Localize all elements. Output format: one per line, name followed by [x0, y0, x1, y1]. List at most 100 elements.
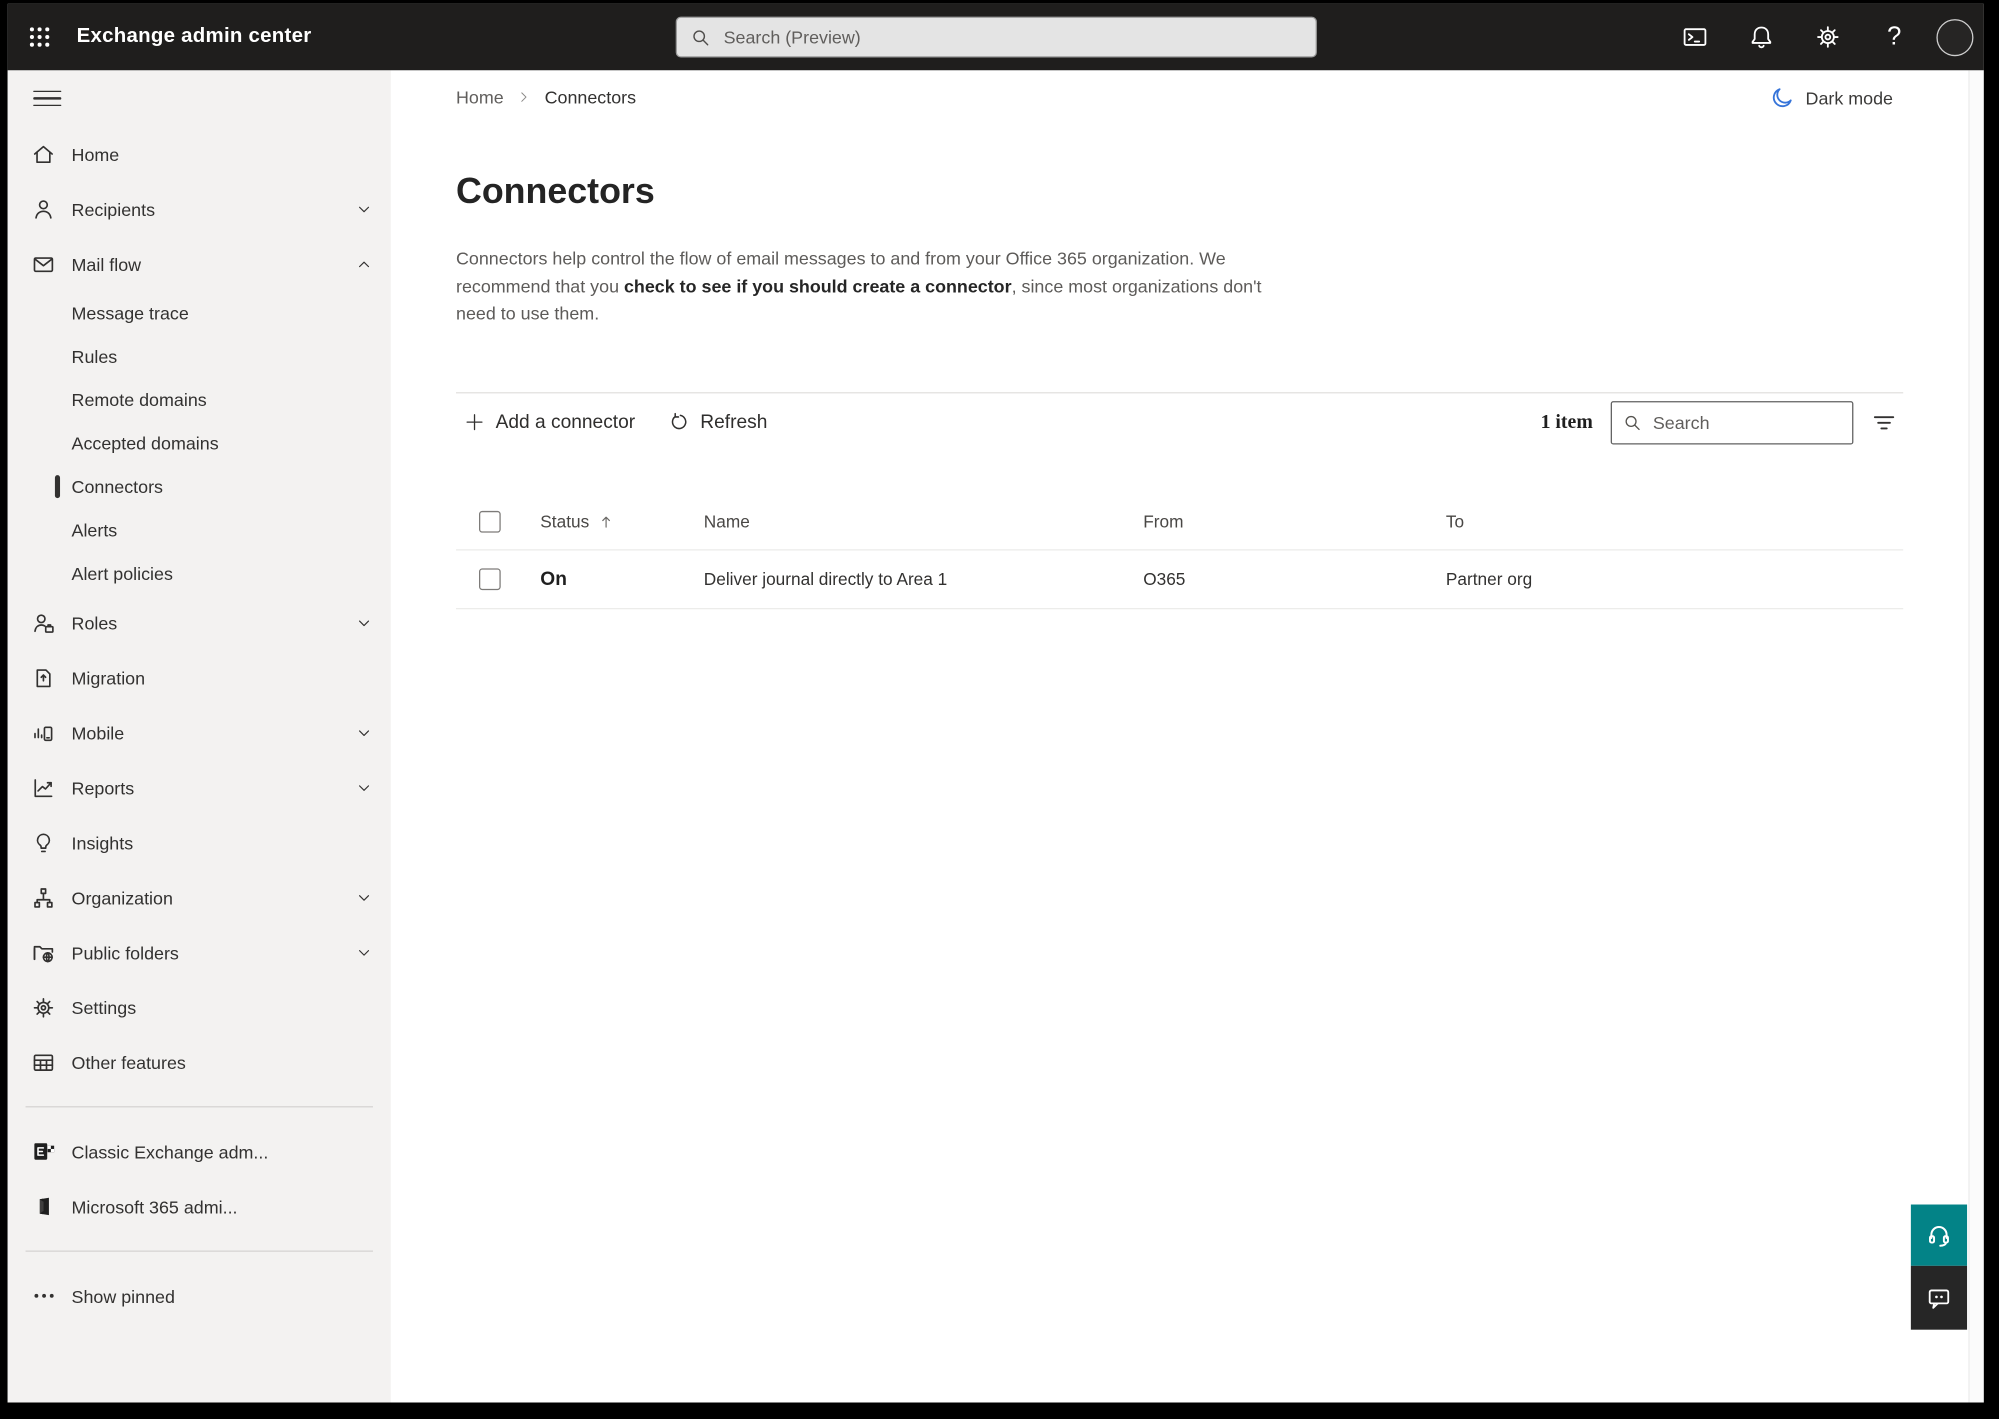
notifications-button[interactable]: [1737, 11, 1786, 62]
breadcrumb-home-link[interactable]: Home: [456, 87, 504, 107]
scrollbar-track[interactable]: [1968, 70, 1984, 1403]
app-window: Exchange admin center Search (Preview) ?…: [0, 0, 1999, 1419]
exchange-admin-center: Exchange admin center Search (Preview) ?…: [7, 3, 1984, 1403]
search-icon: [692, 29, 708, 45]
reports-icon: [31, 775, 57, 801]
content-pane: Home Connectors Dark mode Connectors Con…: [390, 70, 1984, 1403]
main-area: Home Recipients Mail flow Message trace …: [7, 70, 1984, 1403]
row-name[interactable]: Deliver journal directly to Area 1: [681, 569, 1120, 588]
sidebar-item-classic-exchange[interactable]: Classic Exchange adm...: [8, 1124, 391, 1179]
topbar-actions: ?: [1671, 4, 1974, 70]
sidebar-item-mobile[interactable]: Mobile: [8, 705, 391, 760]
sidebar-item-reports[interactable]: Reports: [8, 760, 391, 815]
sidebar: Home Recipients Mail flow Message trace …: [7, 70, 391, 1403]
column-header-to[interactable]: To: [1423, 512, 1903, 531]
global-search-input[interactable]: [723, 26, 1303, 48]
sidebar-item-accepted-domains[interactable]: Accepted domains: [8, 422, 391, 465]
dark-mode-toggle[interactable]: Dark mode: [1770, 86, 1893, 110]
feedback-button[interactable]: [1910, 1265, 1968, 1330]
sidebar-item-public-folders[interactable]: Public folders: [8, 925, 391, 980]
item-count: 1 item: [1540, 410, 1593, 433]
account-avatar[interactable]: [1936, 18, 1974, 56]
table-header-row: Status Name From To: [456, 494, 1904, 550]
help-button[interactable]: ?: [1870, 11, 1919, 62]
chevron-down-icon: [355, 943, 373, 961]
sidebar-divider: [25, 1106, 373, 1108]
list-search-box[interactable]: [1610, 400, 1854, 444]
org-chart-icon: [31, 885, 57, 911]
row-to: Partner org: [1445, 569, 1533, 589]
migration-icon: [31, 665, 57, 691]
toolbar-right: 1 item: [1540, 400, 1904, 444]
home-icon: [31, 141, 57, 167]
sidebar-item-show-pinned[interactable]: Show pinned: [8, 1268, 391, 1323]
settings-button[interactable]: [1804, 11, 1853, 62]
app-launcher-icon: [29, 27, 50, 47]
floating-buttons: [1910, 1204, 1968, 1330]
moon-icon: [1772, 88, 1792, 108]
sidebar-item-roles[interactable]: Roles: [8, 595, 391, 650]
breadcrumb: Home Connectors Dark mode: [456, 83, 1903, 111]
sidebar-item-message-trace[interactable]: Message trace: [8, 291, 391, 334]
app-title: Exchange admin center: [76, 25, 312, 48]
chevron-up-icon: [355, 255, 373, 273]
sidebar-item-mail-flow[interactable]: Mail flow: [8, 236, 391, 291]
global-search-box[interactable]: [675, 16, 1317, 58]
sidebar-collapse-row: [8, 70, 391, 126]
add-connector-button[interactable]: Add a connector: [456, 406, 643, 438]
mail-icon: [31, 251, 57, 277]
sidebar-item-organization[interactable]: Organization: [8, 870, 391, 925]
exchange-logo-icon: [31, 1139, 57, 1165]
chevron-down-icon: [355, 614, 373, 632]
roles-icon: [31, 610, 57, 636]
headset-icon: [1928, 1226, 1949, 1247]
ellipsis-icon: [31, 1283, 57, 1309]
sort-ascending-icon: [602, 515, 611, 528]
row-checkbox[interactable]: [478, 567, 501, 590]
plus-icon: [466, 414, 483, 431]
app-launcher-button[interactable]: [8, 4, 72, 70]
m365-logo-icon: [31, 1194, 57, 1220]
screen: Exchange admin center Search (Preview) ?…: [0, 0, 1999, 1419]
sidebar-item-settings[interactable]: Settings: [8, 980, 391, 1035]
hamburger-menu-button[interactable]: [33, 84, 62, 112]
cloud-shell-button[interactable]: [1671, 11, 1720, 62]
select-all-checkbox[interactable]: [478, 510, 501, 533]
chevron-down-icon: [355, 200, 373, 218]
row-from: O365: [1143, 569, 1186, 589]
sidebar-item-migration[interactable]: Migration: [8, 650, 391, 705]
sidebar-item-recipients[interactable]: Recipients: [8, 181, 391, 236]
bell-icon: [1751, 26, 1772, 49]
table-row[interactable]: On Deliver journal directly to Area 1 O3…: [456, 550, 1904, 609]
person-icon: [31, 196, 57, 222]
sidebar-item-insights[interactable]: Insights: [8, 815, 391, 870]
sidebar-item-rules[interactable]: Rules: [8, 335, 391, 378]
create-connector-check-link[interactable]: check to see if you should create a conn…: [624, 275, 1012, 295]
refresh-button[interactable]: Refresh: [661, 406, 775, 438]
sidebar-item-connectors[interactable]: Connectors: [8, 465, 391, 508]
column-header-status[interactable]: Status: [517, 512, 680, 531]
help-icon: ?: [1887, 22, 1902, 51]
refresh-icon: [672, 412, 687, 430]
list-search-input[interactable]: [1652, 411, 1842, 433]
sidebar-item-other-features[interactable]: Other features: [8, 1035, 391, 1090]
column-header-name[interactable]: Name: [681, 512, 1120, 531]
sidebar-item-m365-admin[interactable]: Microsoft 365 admi...: [8, 1179, 391, 1234]
page-description: Connectors help control the flow of emai…: [456, 247, 1262, 324]
filter-icon: [1873, 415, 1895, 429]
sidebar-item-alerts[interactable]: Alerts: [8, 508, 391, 551]
search-icon: [1625, 415, 1640, 430]
chevron-right-icon: [516, 89, 531, 104]
list-toolbar: Add a connector Refresh 1 item: [456, 393, 1903, 452]
sidebar-item-home[interactable]: Home: [8, 126, 391, 181]
chevron-down-icon: [355, 779, 373, 797]
gear-icon: [31, 994, 57, 1020]
filter-button[interactable]: [1865, 403, 1903, 441]
sidebar-item-remote-domains[interactable]: Remote domains: [8, 378, 391, 421]
help-support-button[interactable]: [1910, 1204, 1968, 1266]
sidebar-divider: [25, 1250, 373, 1252]
sidebar-item-alert-policies[interactable]: Alert policies: [8, 552, 391, 595]
column-header-from[interactable]: From: [1120, 512, 1423, 531]
page-title: Connectors: [456, 171, 655, 211]
chevron-down-icon: [355, 724, 373, 742]
